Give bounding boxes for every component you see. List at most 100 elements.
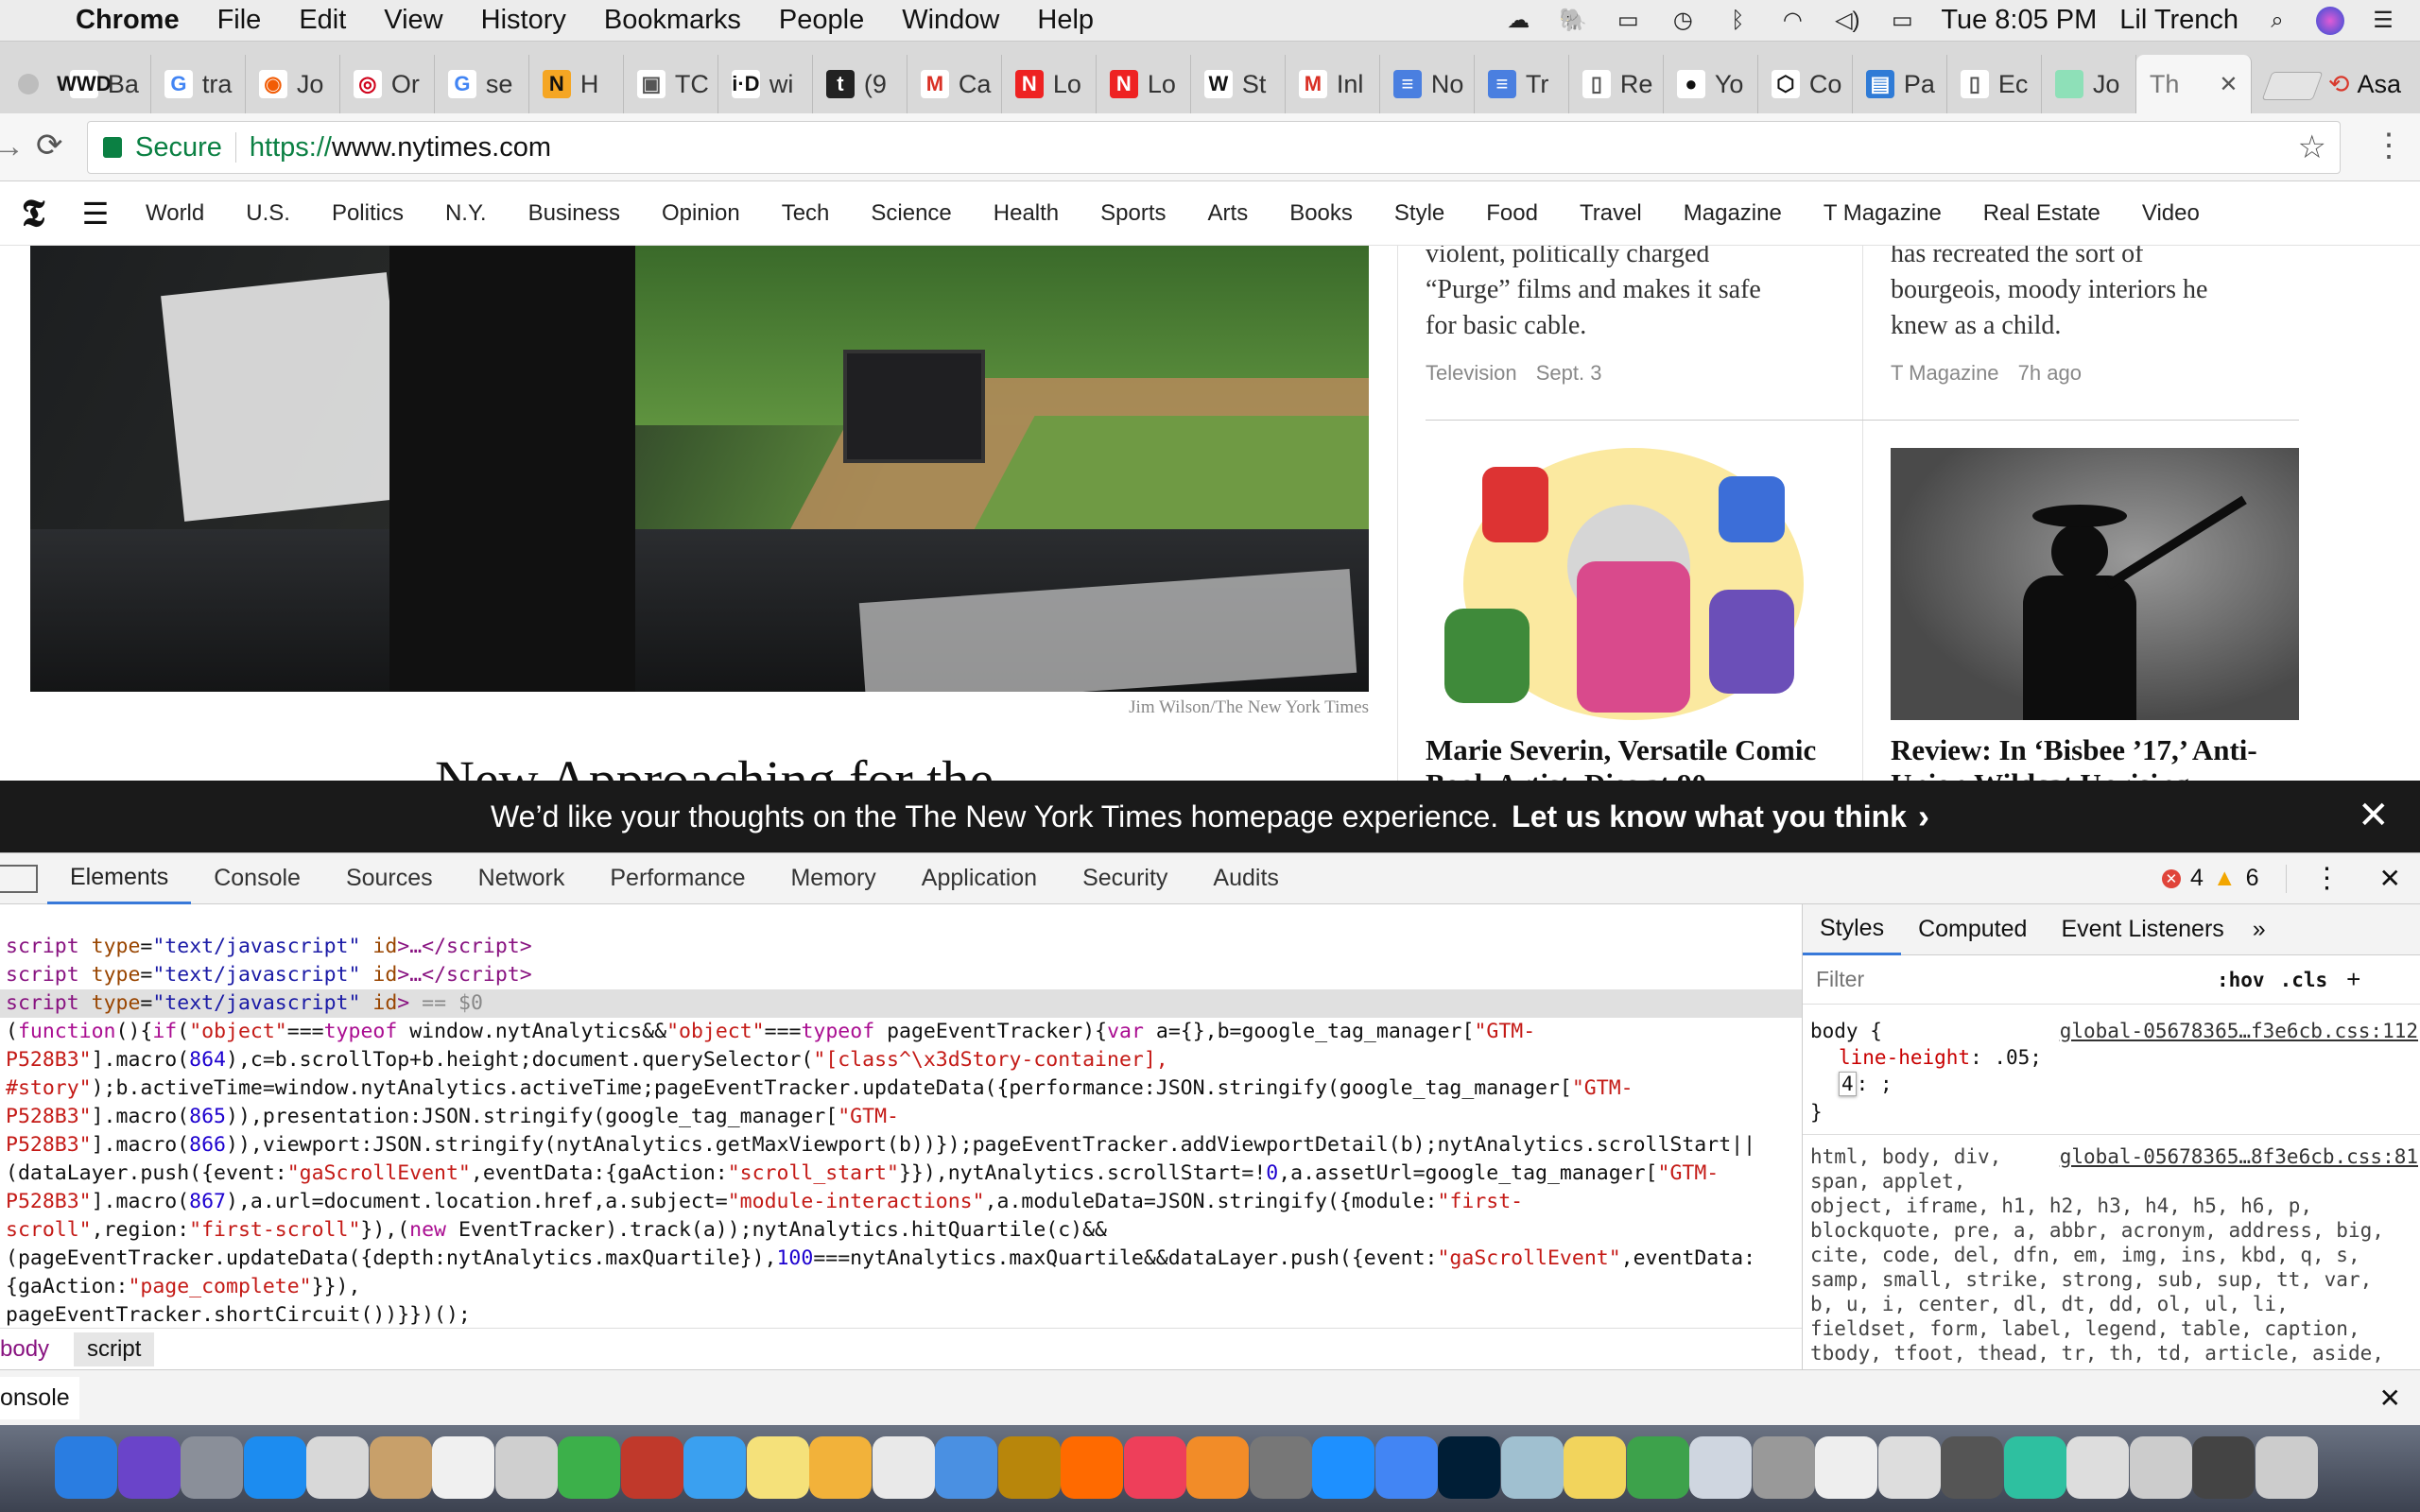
dock-app-icon[interactable] [494, 1436, 558, 1499]
subtab-styles[interactable]: Styles [1803, 904, 1902, 955]
time-machine-icon[interactable]: ◷ [1667, 7, 1699, 35]
menu-app-name[interactable]: Chrome [57, 5, 199, 36]
nyt-section-link[interactable]: Opinion [641, 200, 761, 227]
tab[interactable]: ▯ Ec [1947, 55, 2042, 113]
tab[interactable]: ◎ Or [340, 55, 435, 113]
rule1-source-link[interactable]: global-05678365…f3e6cb.css:112 [2060, 1018, 2418, 1044]
nyt-section-link[interactable]: T Magazine [1803, 200, 1962, 227]
tab[interactable]: ⬡ Co [1758, 55, 1853, 113]
headline-3[interactable]: Marie Severin, Versatile Comic Book Arti… [1426, 733, 1816, 781]
tab[interactable]: ▤ Pa [1853, 55, 1947, 113]
menubar-user[interactable]: Lil Trench [2119, 5, 2238, 36]
dock-app-icon[interactable] [181, 1436, 243, 1499]
tab[interactable]: ● Yo [1664, 55, 1758, 113]
tab-close-icon[interactable]: ✕ [2219, 71, 2238, 98]
chrome-menu-icon[interactable]: ⋮ [2373, 127, 2405, 164]
dock-app-icon[interactable] [1564, 1436, 1626, 1499]
dom-node[interactable]: script type="text/javascript" id>…</scri… [0, 961, 1802, 989]
dock-app-icon[interactable] [1500, 1436, 1564, 1499]
rule1-property[interactable]: line-height [1839, 1046, 1970, 1069]
dock-app-icon[interactable] [2129, 1436, 2192, 1499]
menu-edit[interactable]: Edit [280, 5, 365, 36]
dock-app-icon[interactable] [1186, 1436, 1249, 1499]
address-bar[interactable]: Secure https:// www.nytimes.com ☆ [87, 121, 2341, 174]
lead-headline[interactable]: New Approaching for the [435, 748, 994, 781]
devtools-tab-sources[interactable]: Sources [323, 853, 456, 904]
dock-app-icon[interactable] [1123, 1436, 1186, 1499]
rule1-new-property-input[interactable]: 4 [1839, 1072, 1857, 1096]
dock-app-icon[interactable] [809, 1436, 872, 1499]
console-drawer-close-icon[interactable]: ✕ [2379, 1383, 2401, 1414]
nyt-logo-icon[interactable]: 𝕿 [0, 191, 66, 235]
headline-4[interactable]: Review: In ‘Bisbee ’17,’ Anti- Union Wil… [1891, 733, 2257, 781]
dock-app-icon[interactable] [2066, 1436, 2129, 1499]
dock-app-icon[interactable] [1689, 1436, 1752, 1499]
breadcrumb-script[interactable]: script [74, 1332, 155, 1366]
tab[interactable]: W St [1191, 55, 1286, 113]
nyt-section-link[interactable]: Video [2121, 200, 2221, 227]
breadcrumb-body[interactable]: body [0, 1336, 55, 1363]
tab[interactable]: M Inl [1286, 55, 1380, 113]
hov-toggle[interactable]: :hov [2217, 969, 2265, 991]
bluetooth-icon[interactable]: ᛒ [1721, 7, 1754, 35]
devtools-tab-application[interactable]: Application [899, 853, 1060, 904]
more-tabs-icon[interactable]: » [2241, 916, 2277, 943]
dock-app-icon[interactable] [2003, 1436, 2066, 1499]
menubar-clock[interactable]: Tue 8:05 PM [1941, 5, 2097, 36]
tab[interactable]: i·D wi [718, 55, 813, 113]
nyt-section-link[interactable]: Real Estate [1962, 200, 2121, 227]
bookmark-star-icon[interactable]: ☆ [2298, 129, 2326, 166]
dom-node-selected[interactable]: script type="text/javascript" id> == $0 [0, 989, 1802, 1018]
creative-cloud-icon[interactable]: ☁ [1502, 7, 1534, 35]
devtools-close-icon[interactable]: ✕ [2379, 863, 2401, 894]
menu-history[interactable]: History [462, 5, 585, 36]
nyt-section-link[interactable]: Sports [1080, 200, 1186, 227]
dock-app-icon[interactable] [1374, 1436, 1438, 1499]
story-summary-2[interactable]: has recreated the sort of bourgeois, moo… [1891, 246, 2307, 344]
warning-count[interactable]: 6 [2246, 865, 2259, 892]
rule2-source-link[interactable]: global-05678365…8f3e6cb.css:81 [2060, 1144, 2418, 1169]
dock-app-icon[interactable] [1752, 1436, 1815, 1499]
error-count[interactable]: 4 [2190, 865, 2204, 892]
notification-center-icon[interactable]: ☰ [2367, 7, 2399, 35]
siri-icon[interactable] [2316, 6, 2344, 35]
back-arrow-icon[interactable]: → [0, 129, 25, 165]
tab[interactable]: t (9 [813, 55, 908, 113]
nyt-section-link[interactable]: World [125, 200, 225, 227]
devtools-tab-security[interactable]: Security [1060, 853, 1190, 904]
tab[interactable]: Jo [2042, 55, 2136, 113]
cls-toggle[interactable]: .cls [2280, 969, 2328, 991]
subtab-computed[interactable]: Computed [1901, 916, 2044, 943]
banner-close-icon[interactable]: ✕ [2358, 794, 2390, 837]
nyt-section-link[interactable]: Health [973, 200, 1080, 227]
hamburger-menu-icon[interactable]: ☰ [66, 196, 125, 232]
volume-icon[interactable]: ◁) [1831, 7, 1863, 35]
warning-icon[interactable]: ▲ [2213, 865, 2237, 892]
devtools-tab-elements[interactable]: Elements [47, 853, 192, 904]
nyt-section-link[interactable]: Magazine [1663, 200, 1803, 227]
nyt-section-link[interactable]: Science [850, 200, 972, 227]
menu-file[interactable]: File [199, 5, 281, 36]
dock-app-icon[interactable] [1061, 1436, 1123, 1499]
tab[interactable]: ≡ No [1380, 55, 1475, 113]
nyt-section-link[interactable]: Arts [1187, 200, 1270, 227]
dock-app-icon[interactable] [1877, 1436, 1941, 1499]
menu-bookmarks[interactable]: Bookmarks [585, 5, 760, 36]
dock-app-icon[interactable] [1438, 1436, 1500, 1499]
devtools-tab-audits[interactable]: Audits [1190, 853, 1301, 904]
dock-app-icon[interactable] [117, 1436, 181, 1499]
battery-icon[interactable]: ▭ [1886, 7, 1918, 35]
devtools-menu-icon[interactable]: ⋮ [2313, 862, 2342, 895]
dock-app-icon[interactable] [306, 1436, 369, 1499]
nyt-section-link[interactable]: Business [508, 200, 641, 227]
banner-cta-link[interactable]: Let us know what you think [1512, 799, 1907, 834]
dock-app-icon[interactable] [243, 1436, 306, 1499]
new-rule-icon[interactable]: + [2346, 965, 2360, 994]
bisbee-photo[interactable] [1891, 448, 2299, 720]
dock-app-icon[interactable] [55, 1436, 117, 1499]
nyt-section-link[interactable]: N.Y. [424, 200, 508, 227]
story-summary-1[interactable]: violent, politically charged “Purge” fil… [1426, 246, 1841, 344]
wifi-icon[interactable]: ◠ [1776, 7, 1808, 35]
menu-people[interactable]: People [760, 5, 883, 36]
dock-app-icon[interactable] [620, 1436, 683, 1499]
